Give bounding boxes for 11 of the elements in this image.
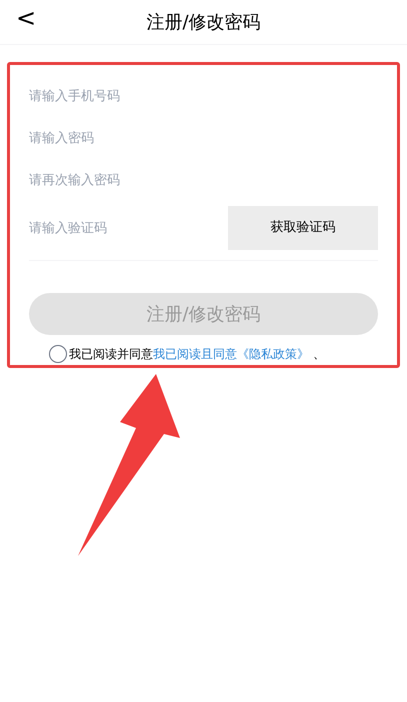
page-title: 注册/修改密码 <box>146 10 261 34</box>
separator-text: 、 <box>313 346 325 363</box>
back-icon[interactable]: < <box>16 6 36 30</box>
code-input-field[interactable]: 请输入验证码 <box>29 206 228 250</box>
get-code-button[interactable]: 获取验证码 <box>228 206 378 250</box>
text-input-field[interactable]: 请输入手机号码 <box>29 75 378 117</box>
agreement-text: 我已阅读并同意 <box>69 346 153 363</box>
text-input-field[interactable]: 请输入密码 <box>29 117 378 159</box>
text-input-field[interactable]: 请再次输入密码 <box>29 159 378 201</box>
agree-checkbox[interactable] <box>49 345 67 363</box>
privacy-policy-link[interactable]: 我已阅读且同意《隐私政策》 <box>153 345 309 363</box>
